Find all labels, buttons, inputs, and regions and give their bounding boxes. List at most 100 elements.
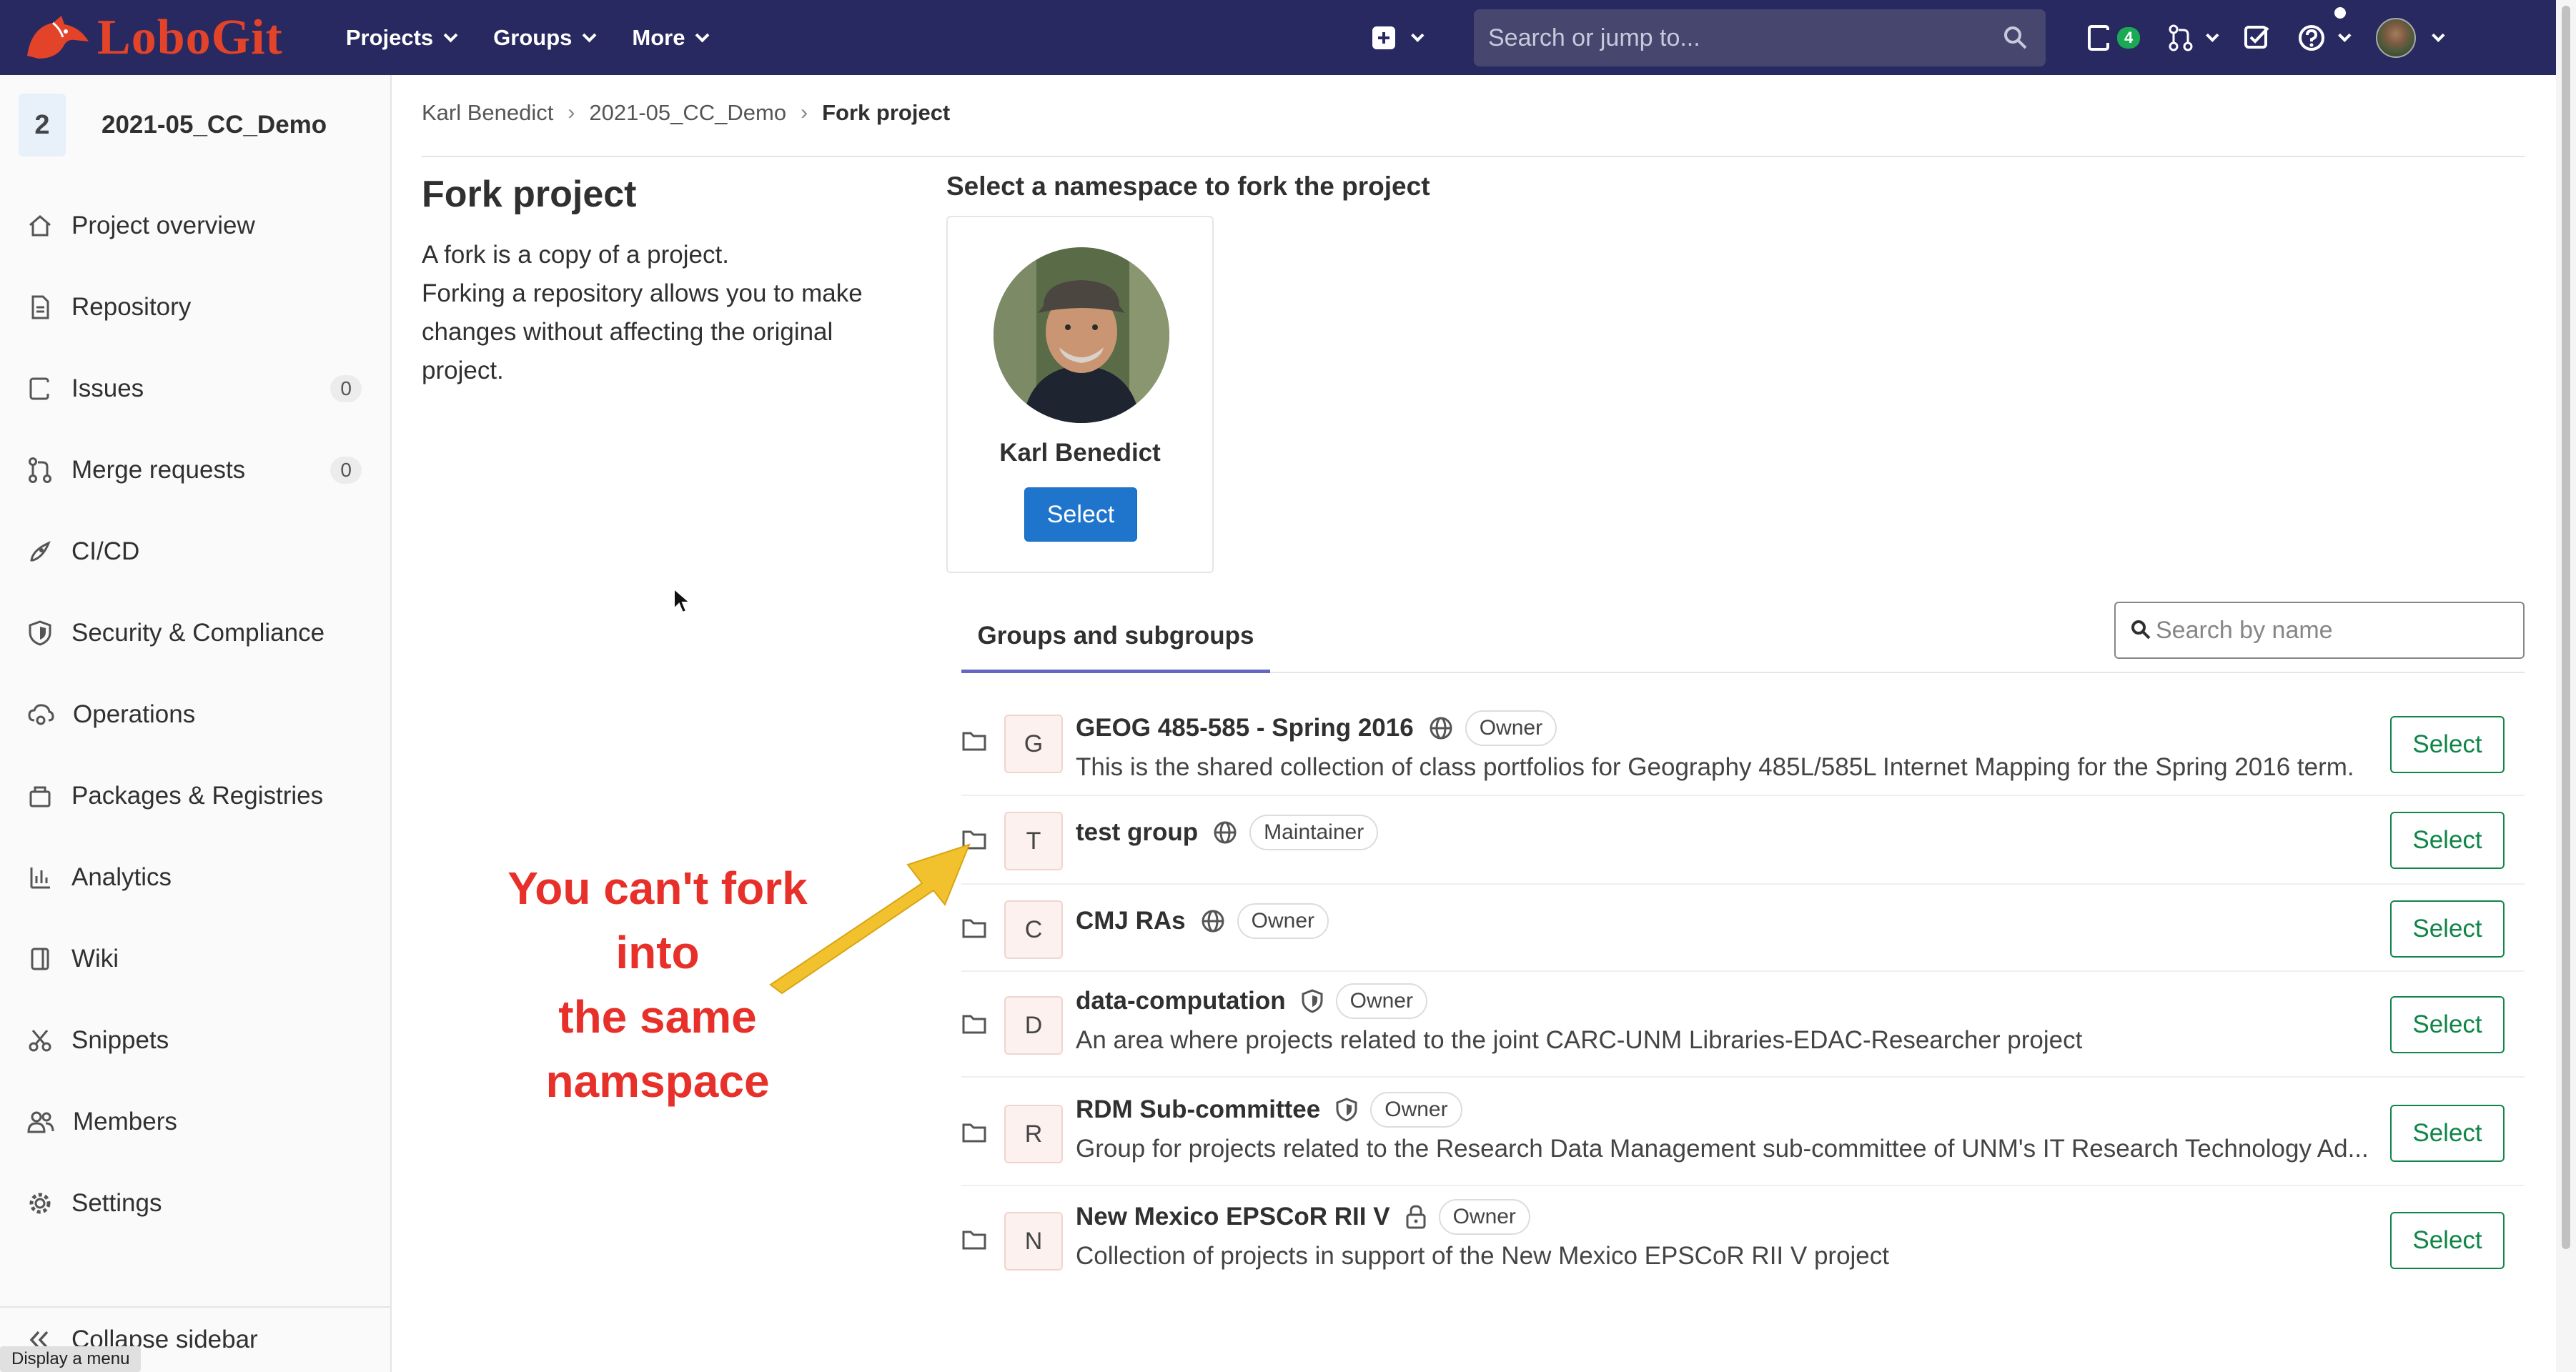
sidebar-item-settings[interactable]: Settings [0,1163,390,1244]
sidebar-item-snippets[interactable]: Snippets [0,1000,390,1081]
lock-icon [1405,1204,1427,1230]
sidebar-item-merge-requests[interactable]: Merge requests 0 [0,429,390,511]
gear-icon [29,1193,51,1214]
sidebar-item-cicd[interactable]: CI/CD [0,511,390,592]
sidebar-item-label: Operations [73,700,196,728]
breadcrumb-user[interactable]: Karl Benedict [422,100,553,126]
nav-more[interactable]: More [612,0,725,75]
role-badge: Owner [1335,983,1427,1019]
folder-icon [962,1123,986,1143]
merge-requests-nav-button[interactable] [2154,0,2229,75]
shield-icon [1334,1097,1359,1123]
scrollbar[interactable] [2556,0,2576,1372]
nav-more-label: More [632,24,685,50]
fork-description-line1: A fork is a copy of a project. [422,241,729,269]
mouse-cursor-icon [673,587,692,614]
sidebar-item-label: Analytics [71,863,172,891]
sidebar-item-analytics[interactable]: Analytics [0,837,390,918]
issues-icon [29,377,50,400]
group-name[interactable]: New Mexico EPSCoR RII V [1076,1203,1390,1231]
sidebar-item-issues[interactable]: Issues 0 [0,348,390,429]
help-icon [2299,24,2325,51]
breadcrumb-current[interactable]: Fork project [822,100,950,126]
scissors-icon [29,1030,51,1052]
divider [422,156,2525,157]
group-name[interactable]: CMJ RAs [1076,907,1186,935]
sidebar-item-wiki[interactable]: Wiki [0,918,390,1000]
group-row: C CMJ RAs Owner Select [961,885,2525,972]
sidebar-item-label: Repository [71,293,192,321]
issues-count: 0 [330,375,362,402]
package-icon [29,786,51,807]
group-avatar: R [1004,1105,1063,1163]
help-nav-button[interactable] [2284,0,2362,75]
sidebar-item-repository[interactable]: Repository [0,267,390,348]
chevron-down-icon [695,28,710,42]
group-avatar: D [1004,996,1063,1055]
plus-square-icon [1372,26,1395,49]
select-group-button[interactable]: Select [2390,812,2505,869]
top-navbar: LoboGit Projects Groups More 4 [0,0,2556,75]
role-badge: Owner [1438,1199,1530,1235]
search-icon [2004,26,2027,49]
group-name[interactable]: test group [1076,818,1198,847]
users-icon [27,1111,54,1133]
sidebar-item-members[interactable]: Members [0,1081,390,1163]
group-name[interactable]: GEOG 485-585 - Spring 2016 [1076,714,1414,742]
shield-icon [1300,988,1324,1014]
breadcrumb-project[interactable]: 2021-05_CC_Demo [589,100,786,126]
globe-icon [1200,908,1226,934]
user-namespace-card: Karl Benedict Select [946,216,1214,573]
logo[interactable]: LoboGit [24,0,283,75]
group-row: G GEOG 485-585 - Spring 2016 Owner This … [961,690,2525,796]
merge-request-icon [2169,24,2193,51]
sidebar-item-project-overview[interactable]: Project overview [0,185,390,267]
chart-icon [30,868,50,889]
fork-description-line2: Forking a repository allows you to make … [422,279,863,384]
nav-groups-label: Groups [493,24,573,50]
scrollbar-thumb[interactable] [2562,6,2570,1249]
issues-icon [2088,24,2110,51]
sidebar-item-label: Project overview [71,212,255,239]
sidebar-project-header[interactable]: 2 2021-05_CC_Demo [0,75,390,175]
chevron-right-icon: › [801,101,808,124]
select-group-button[interactable]: Select [2390,1105,2505,1162]
fork-description: A fork is a copy of a project. Forking a… [422,236,893,390]
select-group-button[interactable]: Select [2390,1212,2505,1269]
sidebar-item-security[interactable]: Security & Compliance [0,592,390,674]
todos-nav-button[interactable] [2229,0,2284,75]
group-name[interactable]: RDM Sub-committee [1076,1095,1320,1124]
nav-groups[interactable]: Groups [473,0,612,75]
global-search-input[interactable] [1488,24,1974,52]
namespace-heading: Select a namespace to fork the project [946,172,1430,201]
tab-groups-and-subgroups[interactable]: Groups and subgroups [961,602,1270,673]
breadcrumb: Karl Benedict › 2021-05_CC_Demo › Fork p… [422,100,950,126]
chevron-down-icon [583,28,597,42]
group-row: N New Mexico EPSCoR RII V Owner Collecti… [961,1186,2525,1293]
sidebar-item-operations[interactable]: Operations [0,674,390,755]
nav-projects-label: Projects [345,24,434,50]
sidebar-item-packages[interactable]: Packages & Registries [0,755,390,837]
nav-projects[interactable]: Projects [326,0,473,75]
group-search-input[interactable] [2156,616,2506,645]
global-search[interactable] [1474,9,2046,66]
group-search[interactable] [2114,602,2525,659]
user-namespace-name: Karl Benedict [999,439,1161,467]
group-row: D data-computation Owner An area where p… [961,972,2525,1078]
sidebar-item-label: Wiki [71,945,119,973]
role-badge: Owner [1370,1092,1462,1128]
group-name[interactable]: data-computation [1076,987,1286,1015]
merge-request-icon [29,457,51,483]
new-item-button[interactable] [1372,26,1425,49]
select-group-button[interactable]: Select [2390,716,2505,773]
annotation-line4: namspace [545,1055,770,1107]
issues-nav-button[interactable]: 4 [2073,0,2154,75]
project-sidebar: 2 2021-05_CC_Demo Project overview Repos… [0,75,392,1372]
select-user-namespace-button[interactable]: Select [1024,487,1137,542]
document-icon [31,295,49,319]
chevron-down-icon [2338,29,2352,42]
user-menu-button[interactable] [2362,0,2455,75]
select-group-button[interactable]: Select [2390,996,2505,1053]
globe-icon [1428,715,1454,741]
select-group-button[interactable]: Select [2390,900,2505,958]
